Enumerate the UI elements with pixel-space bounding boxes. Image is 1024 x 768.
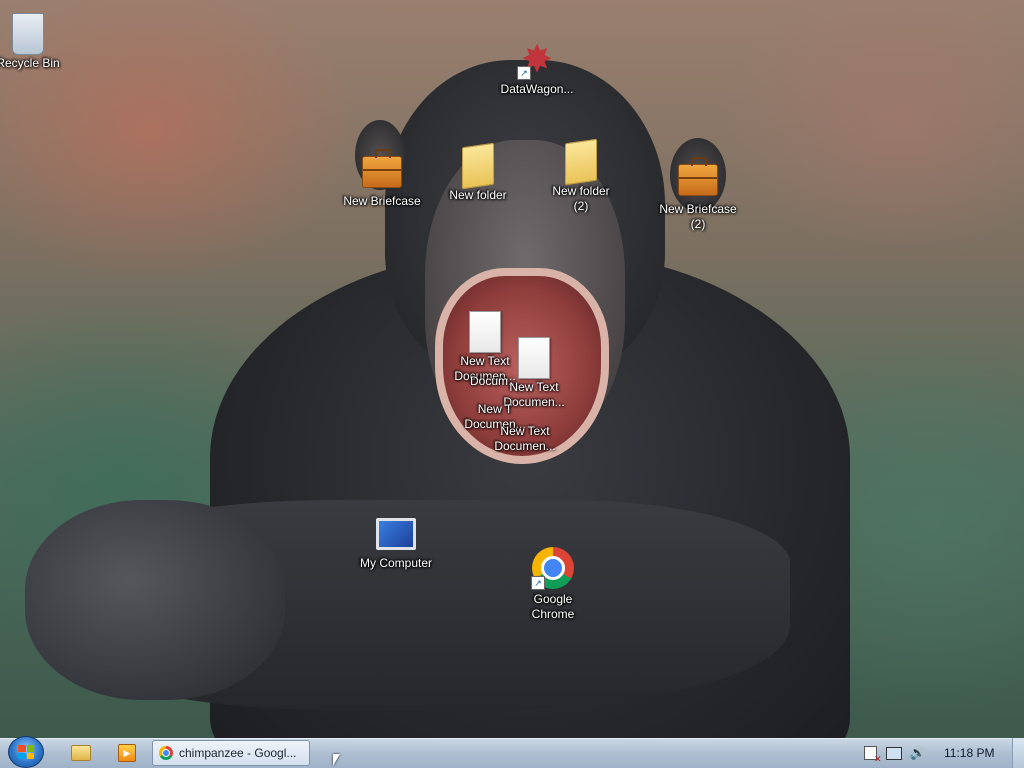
computer-icon (376, 514, 416, 554)
tray-action-center-flag-icon[interactable] (862, 745, 882, 765)
folder-icon (458, 142, 498, 190)
desktop-icon-label: My Computer (359, 556, 433, 570)
recycle-bin-icon (8, 13, 48, 55)
taskbar-task-label: chimpanzee - Googl... (179, 746, 297, 760)
chrome-icon (159, 746, 173, 760)
desktop[interactable]: Recycle Bin ✸ ↗ DataWagon... New Briefca… (0, 0, 1024, 738)
desktop-icon-new-briefcase[interactable]: New Briefcase (342, 149, 422, 209)
desktop-icon-my-computer[interactable]: My Computer (356, 514, 436, 571)
desktop-icon-label: DataWagon... (500, 82, 574, 96)
taskbar-clock[interactable]: 11:18 PM (944, 746, 994, 760)
wallpaper-chimp-hand (25, 500, 285, 700)
shortcut-arrow-icon: ↗ (531, 576, 545, 590)
desktop-icon-label: New Text Documen... (494, 424, 556, 453)
show-desktop-button[interactable] (1012, 738, 1024, 768)
taskbar-pinned-explorer[interactable] (61, 741, 101, 765)
start-button[interactable] (8, 736, 44, 768)
desktop-icon-datawagon[interactable]: ✸ ↗ DataWagon... (497, 40, 577, 97)
text-document-icon (514, 337, 554, 379)
datawagon-icon: ✸ ↗ (517, 40, 557, 80)
desktop-icon-new-briefcase-2[interactable]: New Briefcase (2) (658, 157, 738, 232)
desktop-icon-text-document-4[interactable]: New Text Documen... (485, 422, 565, 454)
desktop-icon-label: New Briefcase (2) (659, 202, 737, 231)
desktop-icon-label: New Briefcase (343, 194, 421, 208)
desktop-icon-google-chrome[interactable]: ↗ Google Chrome (513, 546, 593, 622)
taskbar-task-chrome[interactable]: chimpanzee - Googl... (152, 740, 310, 766)
desktop-icon-new-folder-2[interactable]: New folder (2) (541, 138, 621, 214)
system-tray: 🔊 11:18 PM (854, 738, 1024, 768)
desktop-icon-recycle-bin[interactable]: Recycle Bin (0, 13, 68, 71)
tray-network-icon[interactable] (886, 745, 902, 761)
desktop-icon-label: Recycle Bin (0, 56, 60, 70)
desktop-icon-label: New folder (2) (552, 184, 610, 213)
mouse-cursor-icon (333, 754, 340, 766)
taskbar-pinned-media-player[interactable]: ▶ (107, 741, 147, 765)
desktop-icon-label: Google Chrome (531, 592, 575, 621)
desktop-icon-label: New folder (449, 188, 507, 202)
file-explorer-icon (71, 745, 91, 761)
tray-volume-icon[interactable]: 🔊 (910, 745, 926, 761)
briefcase-icon (678, 157, 718, 200)
desktop-icon-new-folder[interactable]: New folder (438, 142, 518, 203)
shortcut-arrow-icon: ↗ (517, 66, 531, 80)
chrome-icon: ↗ (531, 546, 575, 590)
media-player-icon: ▶ (118, 744, 136, 762)
windows-logo-icon (18, 745, 34, 759)
folder-icon (561, 138, 601, 186)
briefcase-icon (362, 149, 402, 192)
